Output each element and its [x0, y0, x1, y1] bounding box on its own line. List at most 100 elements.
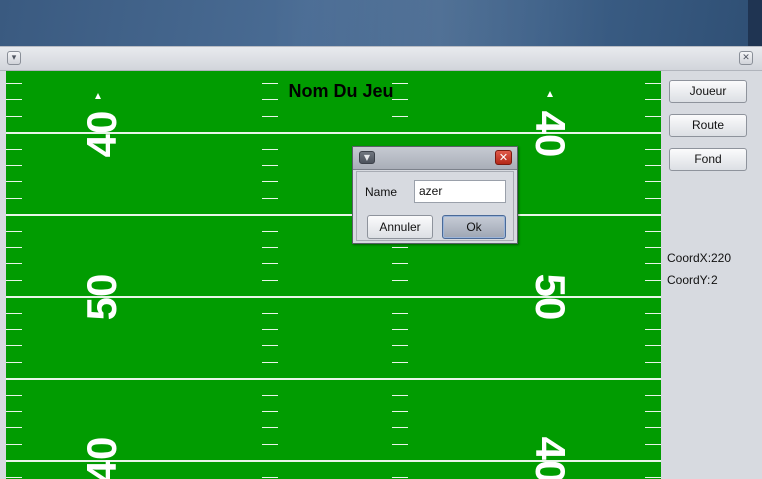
hash-mark: [645, 231, 661, 232]
ok-button[interactable]: Ok: [442, 215, 506, 239]
hash-mark: [6, 395, 22, 396]
dialog-titlebar: ▼ ✕: [353, 147, 517, 170]
hash-mark: [392, 378, 408, 379]
dialog-body: Name azer Annuler Ok: [356, 171, 514, 241]
hash-mark: [262, 296, 278, 297]
joueur-button[interactable]: Joueur: [669, 80, 747, 103]
hash-mark: [645, 395, 661, 396]
hash-mark: [6, 460, 22, 461]
football-field[interactable]: 40 50 40 40 50 40 Nom Du Jeu: [6, 71, 661, 479]
hash-mark: [645, 296, 661, 297]
hash-mark: [6, 181, 22, 182]
hash-mark: [392, 427, 408, 428]
hash-mark: [645, 263, 661, 264]
hash-mark: [6, 296, 22, 297]
close-icon[interactable]: ✕: [739, 51, 753, 65]
coord-y-label: CoordY:: [667, 273, 711, 287]
hash-mark: [645, 460, 661, 461]
hash-mark: [645, 99, 661, 100]
hash-mark: [645, 165, 661, 166]
hash-mark: [6, 313, 22, 314]
hash-mark: [645, 132, 661, 133]
yard-number-left: 40: [78, 110, 125, 158]
route-button[interactable]: Route: [669, 114, 747, 137]
hash-mark: [645, 313, 661, 314]
hash-mark: [645, 444, 661, 445]
hash-mark: [392, 116, 408, 117]
main-window: ▾ ✕ 40 50 40 40 50 40 Nom Du Jeu Joueur …: [0, 46, 762, 479]
hash-mark: [6, 83, 22, 84]
hash-mark: [392, 247, 408, 248]
hash-mark: [262, 444, 278, 445]
hash-mark: [262, 345, 278, 346]
hash-mark: [6, 214, 22, 215]
hash-mark: [645, 198, 661, 199]
hash-mark: [645, 83, 661, 84]
hash-mark: [392, 296, 408, 297]
hash-mark: [392, 263, 408, 264]
yard-number-left: 50: [78, 273, 125, 321]
hash-mark: [262, 231, 278, 232]
hash-mark: [262, 329, 278, 330]
triangle-down-icon[interactable]: ▼: [359, 151, 375, 164]
direction-arrow-icon: [547, 91, 553, 97]
yard-number-right: 50: [527, 273, 574, 321]
name-dialog: ▼ ✕ Name azer Annuler Ok: [352, 146, 518, 244]
hash-mark: [262, 280, 278, 281]
coord-x-readout: CoordX:220: [667, 251, 731, 265]
hash-mark: [645, 378, 661, 379]
triangle-down-icon[interactable]: ▾: [7, 51, 21, 65]
hash-mark: [262, 149, 278, 150]
hash-mark: [262, 198, 278, 199]
sidebar: Joueur Route Fond CoordX:220 CoordY:2: [661, 71, 762, 479]
hash-mark: [262, 395, 278, 396]
hash-mark: [645, 345, 661, 346]
cancel-button[interactable]: Annuler: [367, 215, 433, 239]
hash-mark: [262, 411, 278, 412]
hash-mark: [262, 181, 278, 182]
close-icon[interactable]: ✕: [495, 150, 512, 165]
hash-mark: [6, 165, 22, 166]
coord-y-value: 2: [711, 273, 718, 287]
hash-mark: [392, 395, 408, 396]
hash-mark: [392, 460, 408, 461]
window-titlebar: ▾ ✕: [0, 47, 762, 71]
hash-mark: [645, 116, 661, 117]
direction-arrow-icon: [95, 93, 101, 99]
hash-mark: [262, 132, 278, 133]
yard-number-right: 40: [527, 436, 574, 479]
hash-mark: [6, 427, 22, 428]
fond-button[interactable]: Fond: [669, 148, 747, 171]
hash-mark: [6, 132, 22, 133]
hash-mark: [6, 362, 22, 363]
hash-mark: [6, 329, 22, 330]
hash-mark: [6, 231, 22, 232]
hash-mark: [645, 427, 661, 428]
hash-mark: [645, 149, 661, 150]
yard-number-left: 40: [78, 436, 125, 479]
coord-x-label: CoordX:: [667, 251, 712, 265]
hash-mark: [262, 378, 278, 379]
hash-mark: [6, 411, 22, 412]
hash-mark: [262, 263, 278, 264]
coord-x-value: 220: [711, 251, 732, 265]
hash-mark: [6, 116, 22, 117]
hash-mark: [392, 313, 408, 314]
hash-mark: [262, 214, 278, 215]
hash-mark: [262, 427, 278, 428]
hash-mark: [262, 313, 278, 314]
hash-mark: [6, 444, 22, 445]
hash-mark: [262, 362, 278, 363]
hash-mark: [645, 280, 661, 281]
hash-mark: [645, 181, 661, 182]
hash-mark: [262, 116, 278, 117]
hash-mark: [645, 247, 661, 248]
game-title: Nom Du Jeu: [288, 81, 394, 101]
hash-mark: [6, 263, 22, 264]
hash-mark: [392, 345, 408, 346]
name-field[interactable]: azer: [414, 180, 506, 203]
hash-mark: [392, 444, 408, 445]
name-label: Name: [365, 185, 398, 199]
hash-mark: [392, 329, 408, 330]
hash-mark: [645, 214, 661, 215]
